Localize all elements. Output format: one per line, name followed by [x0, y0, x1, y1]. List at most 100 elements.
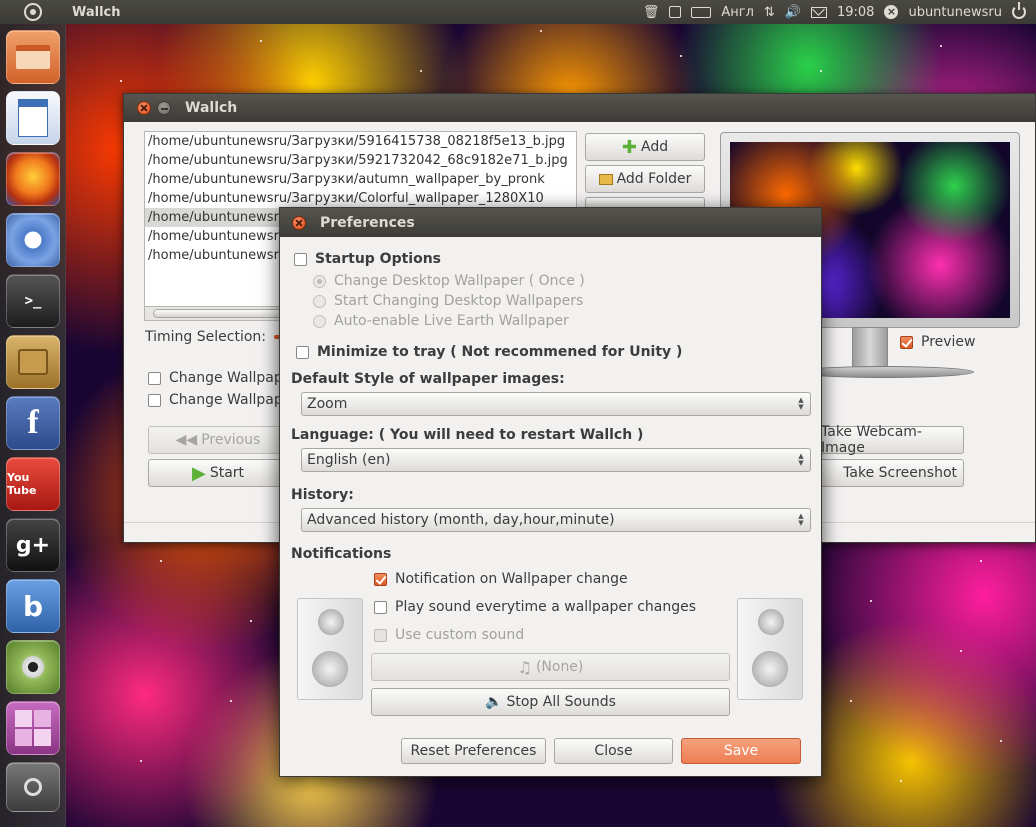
preferences-dialog: Preferences Startup Options Change Deskt… — [279, 207, 822, 777]
startup-options-toggle[interactable]: Startup Options — [294, 251, 441, 267]
dash-button[interactable] — [0, 0, 66, 24]
radio-button[interactable] — [313, 294, 326, 308]
folder-icon — [598, 173, 613, 185]
history-combo[interactable]: Advanced history (month, day,hour,minute… — [301, 508, 811, 532]
home-folder-icon[interactable] — [6, 30, 60, 84]
preview-checkbox[interactable] — [900, 335, 913, 349]
chromium-icon[interactable] — [6, 213, 60, 267]
checkbox[interactable] — [374, 628, 387, 642]
radio-label: Auto-enable Live Earth Wallpaper — [334, 313, 569, 329]
save-button[interactable]: Save — [681, 738, 801, 764]
webcam-icon[interactable] — [6, 640, 60, 694]
checkbox[interactable] — [374, 572, 387, 586]
clock[interactable]: 19:08 — [837, 5, 874, 20]
file-list-item[interactable]: /home/ubuntunewsru/Загрузки/Colorful_wal… — [145, 189, 576, 208]
checkbox[interactable] — [374, 600, 387, 614]
screenshot-button-label: Take Screenshot — [843, 465, 957, 481]
facebook-icon[interactable]: f — [6, 396, 60, 450]
preview-label: Preview — [921, 334, 976, 350]
take-screenshot-button[interactable]: Take Screenshot — [814, 459, 964, 487]
keyboard-layout[interactable]: Англ — [721, 5, 754, 20]
tweeter-cone — [318, 609, 344, 635]
play-sound-toggle[interactable]: Play sound everytime a wallpaper changes — [374, 599, 696, 615]
speaker-right-icon — [737, 598, 803, 700]
tweeter-cone — [758, 609, 784, 635]
radio-live-earth[interactable]: Auto-enable Live Earth Wallpaper — [313, 313, 569, 329]
save-label: Save — [723, 743, 759, 759]
previous-button[interactable]: ◀◀ Previous — [148, 426, 288, 454]
default-style-combo[interactable]: Zoom ▲ ▼ — [301, 392, 811, 416]
terminal-prompt-glyph: >_ — [24, 293, 42, 309]
lens-shape — [22, 656, 44, 678]
terminal-icon[interactable]: >_ — [6, 274, 60, 328]
wallch-titlebar[interactable]: Wallch — [124, 94, 1035, 122]
youtube-icon[interactable]: You Tube — [6, 457, 60, 511]
file-list-item[interactable]: /home/ubuntunewsru/Загрузки/autumn_wallp… — [145, 170, 576, 189]
reset-preferences-button[interactable]: Reset Preferences — [401, 738, 546, 764]
take-webcam-image-button[interactable]: Take Webcam-Image — [814, 424, 964, 456]
keyboard-icon[interactable] — [691, 6, 712, 18]
software-center-icon[interactable] — [6, 335, 60, 389]
file-list-item[interactable]: /home/ubuntunewsru/Загрузки/5921732042_6… — [145, 151, 576, 170]
stop-all-sounds-button[interactable]: 🔈 Stop All Sounds — [371, 688, 730, 716]
checkbox[interactable] — [148, 393, 161, 407]
radio-button[interactable] — [313, 274, 326, 288]
combo-arrows-icon: ▲ ▼ — [798, 396, 804, 411]
remove-button[interactable] — [585, 197, 705, 207]
add-button-label: Add — [640, 139, 669, 155]
user-name[interactable]: ubuntunewsru — [908, 5, 1002, 20]
google-plus-icon[interactable]: g+ — [6, 518, 60, 572]
preferences-titlebar[interactable]: Preferences — [280, 208, 821, 237]
add-folder-button[interactable]: Add Folder — [585, 165, 705, 193]
radio-change-once[interactable]: Change Desktop Wallpaper ( Once ) — [313, 273, 585, 289]
bag-shape — [18, 349, 48, 375]
document-shape — [18, 99, 48, 137]
power-icon[interactable] — [1012, 2, 1026, 19]
window-indicator-icon[interactable] — [669, 6, 682, 18]
close-button[interactable]: Close — [554, 738, 673, 764]
mail-icon[interactable] — [810, 6, 827, 18]
add-button[interactable]: ✚ Add — [585, 133, 705, 161]
checkbox[interactable] — [148, 371, 161, 385]
workspace-switcher-icon[interactable] — [6, 701, 60, 755]
minimize-to-tray-toggle[interactable]: Minimize to tray ( Not recommened for Un… — [296, 344, 682, 360]
custom-sound-button[interactable]: ♫ (None) — [371, 653, 730, 681]
combo-value: Zoom — [307, 396, 348, 412]
volume-icon[interactable]: 🔊 — [785, 5, 801, 20]
speaker-muted-icon: 🔈 — [485, 694, 503, 710]
speaker-left-icon — [297, 598, 363, 700]
minimize-tray-label: Minimize to tray ( Not recommened for Un… — [317, 344, 683, 360]
checkbox[interactable] — [296, 345, 309, 359]
close-label: Close — [594, 743, 633, 759]
libreoffice-writer-icon[interactable] — [6, 91, 60, 145]
ubuntu-logo-icon — [24, 3, 42, 21]
trash-icon[interactable]: 🗑 — [643, 5, 660, 20]
beatbox-icon[interactable]: b — [6, 579, 60, 633]
startup-options-label: Startup Options — [315, 251, 442, 267]
change-wallpaper-option-2[interactable]: Change Wallpaper — [148, 392, 297, 408]
file-list-item[interactable]: /home/ubuntunewsru/Загрузки/5916415738_0… — [145, 132, 576, 151]
window-close-button[interactable] — [137, 101, 151, 115]
radio-start-changing[interactable]: Start Changing Desktop Wallpapers — [313, 293, 583, 309]
dialog-close-button[interactable] — [292, 215, 306, 230]
checkbox[interactable] — [294, 252, 307, 266]
add-folder-button-label: Add Folder — [616, 171, 692, 187]
indicator-area: 🗑 Англ ⇅ 🔊 19:08 × ubuntunewsru — [643, 2, 1036, 20]
checkbox-label: Change Wallpaper — [169, 370, 298, 386]
radio-button[interactable] — [313, 314, 326, 328]
use-custom-sound-toggle[interactable]: Use custom sound — [374, 627, 524, 643]
firefox-icon[interactable] — [6, 152, 60, 206]
network-icon[interactable]: ⇅ — [764, 5, 775, 20]
stop-sounds-label: Stop All Sounds — [506, 694, 616, 710]
language-combo[interactable]: English (en) ▲ ▼ — [301, 448, 811, 472]
beatbox-glyph: b — [22, 589, 44, 623]
top-panel: Wallch 🗑 Англ ⇅ 🔊 19:08 × ubuntunewsru — [0, 0, 1036, 24]
window-minimize-button[interactable] — [157, 101, 171, 115]
user-status-icon[interactable]: × — [884, 5, 899, 19]
notification-on-change-toggle[interactable]: Notification on Wallpaper change — [374, 571, 628, 587]
preview-toggle[interactable]: Preview — [900, 334, 976, 350]
combo-value: English (en) — [307, 452, 391, 468]
change-wallpaper-option-1[interactable]: Change Wallpaper — [148, 370, 297, 386]
magnifier-icon[interactable] — [6, 762, 60, 812]
start-button[interactable]: ▶ Start — [148, 459, 288, 487]
